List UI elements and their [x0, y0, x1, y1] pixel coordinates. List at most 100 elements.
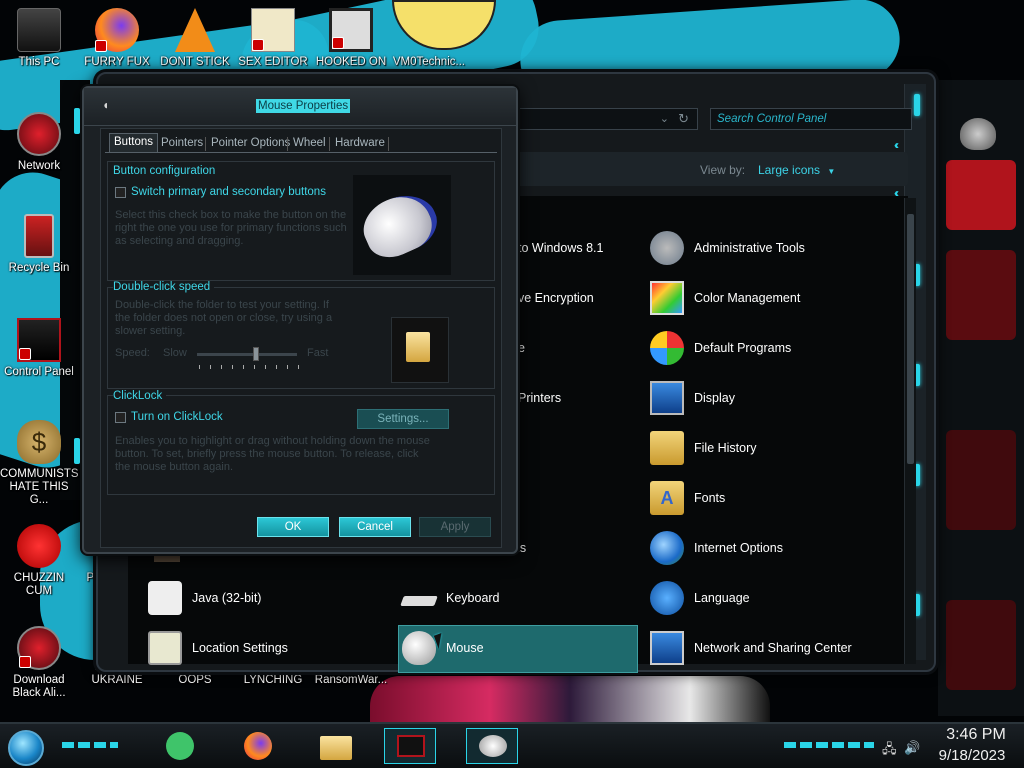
desktop-icon-recycle-bin[interactable]: Recycle Bin: [0, 214, 78, 275]
double-click-slider[interactable]: [197, 347, 297, 361]
chevron-down-icon[interactable]: ⌄: [660, 112, 669, 125]
view-by-dropdown[interactable]: Large icons ▼: [758, 163, 835, 177]
group-title: Button configuration: [113, 165, 220, 177]
default-programs-icon: [650, 331, 684, 365]
cp-item-printers[interactable]: Printers: [518, 378, 561, 418]
search-input[interactable]: Search Control Panel: [710, 108, 912, 130]
color-management-icon: [650, 281, 684, 315]
chat-bubble-icon: [166, 732, 194, 760]
scrollbar-thumb[interactable]: [907, 214, 914, 464]
group-title: Double-click speed: [113, 281, 215, 293]
keyboard-icon: [400, 596, 438, 606]
folder-test-area[interactable]: [391, 317, 449, 383]
mouse-icon: ◖: [102, 98, 110, 112]
desktop-icon-dont-stick[interactable]: DONT STICK: [156, 8, 234, 69]
cp-item-java[interactable]: Java (32-bit): [148, 578, 261, 618]
cp-item-fonts[interactable]: A Fonts: [650, 478, 725, 518]
group-title: ClickLock: [113, 390, 167, 402]
clicklock-label[interactable]: Turn on ClickLock: [131, 411, 223, 423]
firefox-icon: [95, 8, 139, 52]
clicklock-settings-button[interactable]: Settings...: [357, 409, 449, 429]
taskbar-accent-left: [62, 742, 118, 748]
double-click-description: Double-click the folder to test your set…: [115, 299, 333, 337]
mouse-icon: [354, 184, 446, 266]
tab-buttons[interactable]: Buttons: [109, 133, 158, 153]
refresh-icon[interactable]: ↻: [678, 111, 689, 127]
java-icon: [148, 581, 182, 615]
internet-options-icon: [650, 531, 684, 565]
money-bag-icon: $: [17, 420, 61, 464]
apply-button[interactable]: Apply: [419, 517, 491, 537]
tab-wheel[interactable]: Wheel: [289, 135, 330, 153]
dialog-frame-accent: [74, 438, 80, 464]
slider-ticks: [199, 365, 299, 369]
tab-pointer-options[interactable]: Pointer Options: [207, 135, 294, 153]
cp-item-file-history[interactable]: File History: [650, 428, 757, 468]
control-panel-icon: [17, 318, 61, 362]
scrollbar[interactable]: [904, 198, 916, 664]
slider-thumb[interactable]: [253, 347, 259, 361]
folder-icon: [406, 332, 430, 362]
vlc-icon: [175, 8, 215, 52]
volume-tray-icon[interactable]: 🔊: [904, 740, 920, 756]
mouse-properties-dialog: ◖ Mouse Properties Buttons Pointers Poin…: [74, 86, 518, 554]
cp-item-windows[interactable]: to Windows 8.1: [518, 228, 603, 268]
mouse-icon: [402, 631, 436, 665]
taskbar-app-file-explorer[interactable]: [318, 730, 354, 764]
dialog-frame-accent: [74, 108, 80, 134]
dialog-titlebar[interactable]: ◖ Mouse Properties: [84, 88, 516, 126]
ok-button[interactable]: OK: [257, 517, 329, 537]
address-bar[interactable]: ⌄ ↻: [508, 108, 698, 130]
desktop-icon-sex-editor[interactable]: SEX EDITOR: [234, 8, 312, 69]
tab-hardware[interactable]: Hardware: [331, 135, 389, 153]
cp-item-color-management[interactable]: Color Management: [650, 278, 800, 318]
start-button[interactable]: [8, 730, 44, 766]
desktop-icon-communists[interactable]: $ COMMUNISTS HATE THIS G...: [0, 420, 79, 507]
dialog-title: Mouse Properties: [256, 99, 351, 113]
dialog-body: Buttons Pointers Pointer Options Wheel H…: [100, 128, 502, 548]
admin-tools-icon: [650, 231, 684, 265]
cp-item-encryption[interactable]: ve Encryption: [518, 278, 594, 318]
folder-icon: [320, 736, 352, 760]
maze-icon: [329, 8, 373, 52]
collapse-chevrons-icon[interactable]: ‹‹: [894, 138, 899, 152]
taskbar: 🖧 🔊 3:46 PM 9/18/2023: [0, 722, 1024, 768]
clicklock-description: Enables you to highlight or drag without…: [115, 435, 430, 473]
clicklock-checkbox[interactable]: [115, 412, 126, 423]
cp-item-keyboard[interactable]: Keyboard: [400, 578, 500, 618]
desktop-icon-this-pc[interactable]: This PC: [0, 8, 78, 69]
cp-item-network-sharing[interactable]: Network and Sharing Center: [650, 628, 852, 668]
switch-buttons-checkbox[interactable]: [115, 187, 126, 198]
desktop-icon-control-panel[interactable]: Control Panel: [0, 318, 78, 379]
cp-item-mouse[interactable]: Mouse: [402, 628, 484, 668]
cp-item-display[interactable]: Display: [650, 378, 735, 418]
network-tray-icon[interactable]: 🖧: [882, 740, 897, 762]
taskbar-app-control-panel[interactable]: [384, 728, 436, 764]
desktop-icon-furry-fux[interactable]: FURRY FUX: [78, 8, 156, 69]
taskbar-app-chat[interactable]: [162, 730, 198, 764]
control-panel-icon: [397, 735, 425, 757]
desktop-icon-network[interactable]: Network: [0, 112, 78, 173]
tab-pointers[interactable]: Pointers: [157, 135, 207, 153]
cp-item-location-settings[interactable]: Location Settings: [148, 628, 288, 668]
desktop-icon-download-black-ali[interactable]: Download Black Ali...: [0, 626, 78, 700]
cancel-button[interactable]: Cancel: [339, 517, 411, 537]
cp-item-internet-options[interactable]: Internet Options: [650, 528, 783, 568]
desktop-icon-vm0technic[interactable]: VM0Technic...: [390, 8, 468, 69]
taskbar-app-firefox[interactable]: [240, 730, 276, 764]
desktop-icon-hooked-on[interactable]: HOOKED ON: [312, 8, 390, 69]
fonts-icon: A: [650, 481, 684, 515]
character-art: [370, 676, 770, 722]
cp-item-e[interactable]: e: [518, 328, 525, 368]
cp-item-language[interactable]: Language: [650, 578, 750, 618]
taskbar-accent-right: [784, 742, 874, 748]
language-icon: [650, 581, 684, 615]
mouse-preview-image: [353, 175, 451, 275]
cp-item-administrative-tools[interactable]: Administrative Tools: [650, 228, 805, 268]
clock-time[interactable]: 3:46 PM: [938, 726, 1014, 744]
switch-buttons-label[interactable]: Switch primary and secondary buttons: [131, 186, 326, 198]
file-history-icon: [650, 431, 684, 465]
taskbar-app-mouse-properties[interactable]: [466, 728, 518, 764]
cp-item-default-programs[interactable]: Default Programs: [650, 328, 791, 368]
clock-date[interactable]: 9/18/2023: [930, 747, 1014, 764]
